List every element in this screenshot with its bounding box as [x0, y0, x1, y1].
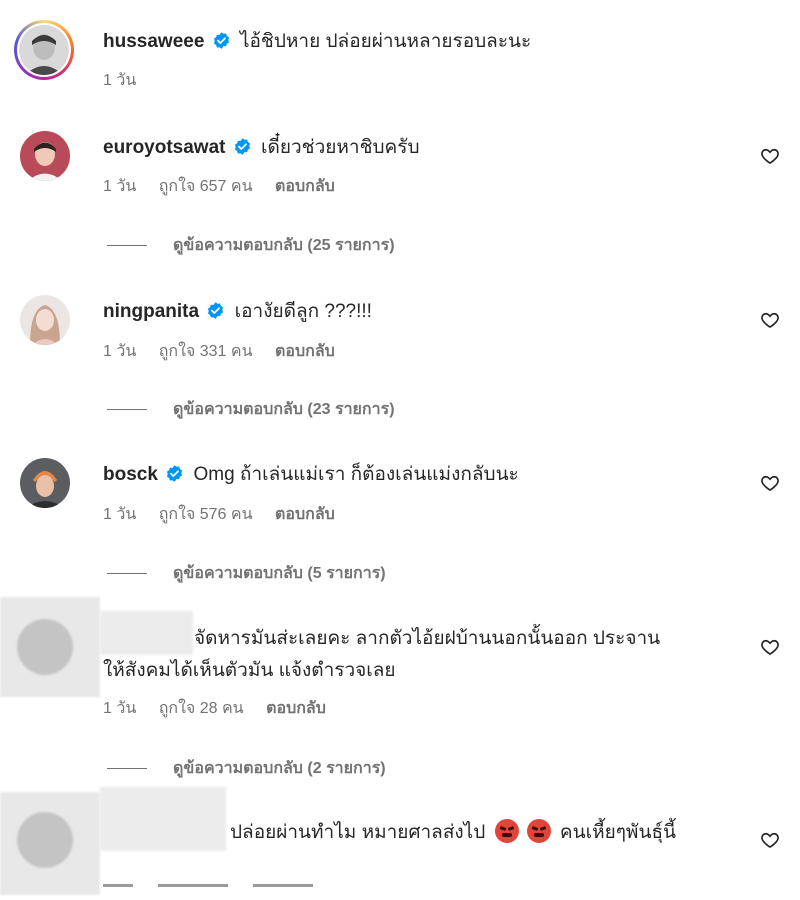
view-replies-button[interactable]: ดูข้อความตอบกลับ (23 รายการ) — [107, 400, 395, 420]
angry-face-emoji — [526, 819, 551, 843]
reply-button[interactable]: ตอบกลับ — [275, 506, 335, 523]
avatar[interactable] — [20, 458, 70, 508]
comment-time[interactable]: 1 วัน — [103, 343, 136, 360]
avatar-story-ring[interactable] — [14, 20, 74, 80]
username[interactable]: hussaweee — [103, 31, 204, 52]
comment-time[interactable]: 1 วัน — [103, 506, 136, 523]
comment-text: hussaweee ไอ้ชิปหาย ปล่อยผ่านหลายรอบละนะ — [103, 27, 531, 57]
reply-button[interactable]: ตอบกลับ — [266, 700, 326, 717]
heart-outline-icon[interactable] — [760, 830, 780, 850]
view-replies-button[interactable]: ดูข้อความตอบกลับ (5 รายการ) — [107, 564, 386, 584]
comment-body: เอางัยดีลูก ???!!! — [234, 301, 372, 322]
comment-meta-cropped — [103, 884, 363, 895]
view-replies-label: ดูข้อความตอบกลับ (5 รายการ) — [173, 565, 386, 582]
comment-body: ไอ้ชิปหาย ปล่อยผ่านหลายรอบละนะ — [239, 31, 532, 52]
comment-text: euroyotsawat เดี๋ยวช่วยหาชิบครับ — [103, 133, 420, 163]
verified-badge-icon — [167, 465, 183, 482]
comment-body: Omg ถ้าเล่นแม่เรา ก็ต้องเล่นแม่งกลับนะ — [193, 464, 519, 485]
like-count[interactable]: ถูกใจ 657 คน — [159, 178, 253, 195]
avatar — [19, 25, 69, 75]
comment-body: เดี๋ยวช่วยหาชิบครับ — [261, 137, 420, 158]
view-replies-button[interactable]: ดูข้อความตอบกลับ (25 รายการ) — [107, 236, 395, 256]
comment-time[interactable]: 1 วัน — [103, 700, 136, 717]
username[interactable]: bosck — [103, 464, 158, 485]
view-replies-label: ดูข้อความตอบกลับ (25 รายการ) — [173, 237, 395, 254]
comment-body-line2: ให้สังคมได้เห็นตัวมัน แจ้งตำรวจเลย — [103, 660, 396, 681]
like-count[interactable]: ถูกใจ 576 คน — [159, 506, 253, 523]
comment-body: ปล่อยผ่านทำไม หมายศาลส่งไป — [230, 822, 486, 843]
comment-time[interactable]: 1 วัน — [103, 72, 136, 89]
comment-meta: 1 วัน ถูกใจ 657 คน ตอบกลับ — [103, 177, 353, 197]
avatar-blurred — [0, 792, 100, 895]
like-count[interactable]: ถูกใจ 28 คน — [159, 700, 244, 717]
verified-badge-icon — [208, 302, 224, 319]
comment-body-tail: คนเหี้ยๆพันธุ์นี้ — [559, 822, 677, 843]
divider — [107, 573, 147, 575]
view-replies-label: ดูข้อความตอบกลับ (2 รายการ) — [173, 760, 386, 777]
angry-face-emoji — [494, 819, 519, 843]
username[interactable]: euroyotsawat — [103, 137, 225, 158]
comment-body-line1: จัดหารมันส่ะเลยคะ ลากตัวไอ้ยฝบ้านนอกนั้น… — [194, 628, 661, 649]
reply-button[interactable]: ตอบกลับ — [275, 178, 335, 195]
comment-meta: 1 วัน ถูกใจ 576 คน ตอบกลับ — [103, 505, 353, 525]
avatar[interactable] — [20, 131, 70, 181]
username-redacted — [100, 611, 193, 655]
like-count[interactable]: ถูกใจ 331 คน — [159, 343, 253, 360]
heart-outline-icon[interactable] — [760, 310, 780, 330]
comment-meta: 1 วัน — [103, 71, 154, 91]
divider — [107, 768, 147, 770]
heart-outline-icon[interactable] — [760, 637, 780, 657]
comment-meta: 1 วัน ถูกใจ 28 คน ตอบกลับ — [103, 699, 344, 719]
comment-text: ningpanita เอางัยดีลูก ???!!! — [103, 297, 372, 327]
reply-button[interactable]: ตอบกลับ — [275, 343, 335, 360]
divider — [107, 245, 147, 247]
avatar-blurred — [0, 597, 100, 697]
username-redacted — [100, 787, 226, 851]
comment-meta: 1 วัน ถูกใจ 331 คน ตอบกลับ — [103, 342, 353, 362]
comment-text: ปล่อยผ่านทำไม หมายศาลส่งไป คนเหี้ยๆพันธุ… — [230, 818, 676, 848]
avatar[interactable] — [20, 295, 70, 345]
view-replies-label: ดูข้อความตอบกลับ (23 รายการ) — [173, 401, 395, 418]
verified-badge-icon — [234, 138, 250, 155]
verified-badge-icon — [213, 32, 229, 49]
username[interactable]: ningpanita — [103, 301, 199, 322]
heart-outline-icon[interactable] — [760, 473, 780, 493]
view-replies-button[interactable]: ดูข้อความตอบกลับ (2 รายการ) — [107, 759, 386, 779]
comment-time[interactable]: 1 วัน — [103, 178, 136, 195]
divider — [107, 409, 147, 411]
comment-text: bosck Omg ถ้าเล่นแม่เรา ก็ต้องเล่นแม่งกล… — [103, 460, 519, 490]
heart-outline-icon[interactable] — [760, 146, 780, 166]
